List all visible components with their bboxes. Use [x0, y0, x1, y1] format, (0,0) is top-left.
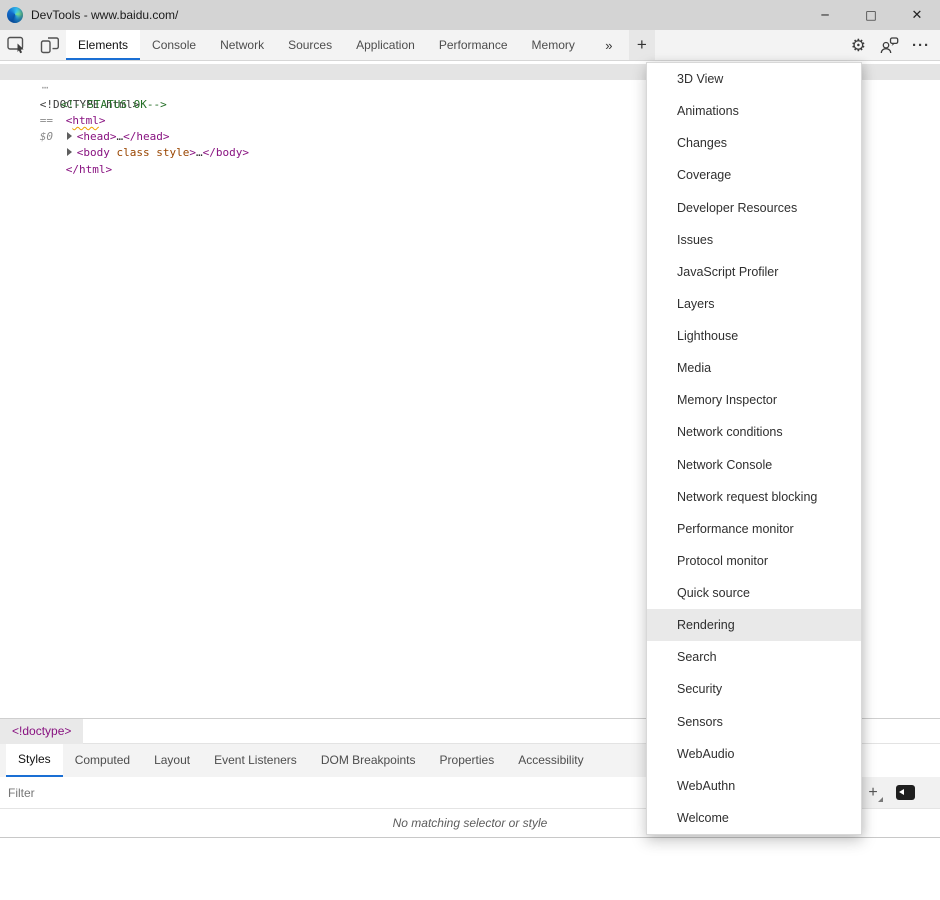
menu-item[interactable]: Network conditions [647, 416, 861, 448]
menu-item[interactable]: 3D View [647, 63, 861, 95]
breadcrumb-doctype-chip[interactable]: <!doctype> [0, 719, 83, 744]
panel-tab[interactable]: Memory [520, 30, 587, 60]
titlebar: DevTools - www.baidu.com/ ─ □ ✕ [0, 0, 940, 30]
styles-pane-tab[interactable]: Layout [142, 744, 202, 777]
menu-item[interactable]: Search [647, 641, 861, 673]
settings-gear-icon[interactable]: ⚙ [851, 37, 866, 54]
more-options-icon[interactable]: ··· [912, 37, 930, 54]
more-tools-menu: 3D View Animations Changes Coverage Deve… [646, 62, 862, 835]
inspect-element-icon[interactable] [0, 30, 33, 60]
menu-item[interactable]: Performance monitor [647, 513, 861, 545]
devtools-toolbar: Elements Console Network Sources Applica… [0, 30, 940, 61]
menu-item[interactable]: Layers [647, 288, 861, 320]
more-tabs-chevron-icon[interactable]: » [597, 30, 621, 60]
styles-pane-tab[interactable]: Event Listeners [202, 744, 309, 777]
expand-arrow-icon[interactable] [67, 148, 72, 156]
menu-item[interactable]: Welcome [647, 802, 861, 834]
panel-tab[interactable]: Application [344, 30, 427, 60]
device-emulation-icon[interactable] [33, 30, 66, 60]
styles-pane-tab[interactable]: DOM Breakpoints [309, 744, 428, 777]
panel-tabs: Elements Console Network Sources Applica… [66, 30, 587, 60]
menu-item[interactable]: Lighthouse [647, 320, 861, 352]
maximize-button[interactable]: □ [848, 0, 894, 30]
window-controls: ─ □ ✕ [802, 0, 940, 30]
styles-pane-tab[interactable]: Computed [63, 744, 142, 777]
menu-item[interactable]: Quick source [647, 577, 861, 609]
menu-item[interactable]: Security [647, 673, 861, 705]
menu-item[interactable]: Memory Inspector [647, 384, 861, 416]
menu-item[interactable]: Animations [647, 95, 861, 127]
html-tag-issue-underline: html [72, 114, 99, 127]
node-gutter-dots: ⋯ [40, 81, 49, 94]
menu-item[interactable]: JavaScript Profiler [647, 256, 861, 288]
new-style-rule-button[interactable]: + [863, 781, 883, 805]
add-tools-button[interactable]: + [629, 30, 655, 60]
menu-item[interactable]: WebAuthn [647, 770, 861, 802]
panel-tab[interactable]: Elements [66, 30, 140, 60]
menu-item[interactable]: Network request blocking [647, 481, 861, 513]
menu-item[interactable]: WebAudio [647, 738, 861, 770]
devtools-window: DevTools - www.baidu.com/ ─ □ ✕ Elements [0, 0, 940, 900]
expand-arrow-icon[interactable] [67, 132, 72, 140]
computed-sidebar-toggle-icon[interactable] [896, 785, 915, 800]
close-button[interactable]: ✕ [894, 0, 940, 30]
menu-item[interactable]: Network Console [647, 449, 861, 481]
toolbar-right-icons: ⚙ ··· [851, 30, 940, 60]
feedback-icon[interactable] [879, 37, 899, 54]
empty-message: No matching selector or style [393, 816, 548, 830]
menu-item[interactable]: Issues [647, 224, 861, 256]
panel-tab[interactable]: Network [208, 30, 276, 60]
window-title: DevTools - www.baidu.com/ [31, 8, 178, 22]
menu-item[interactable]: Rendering [647, 609, 861, 641]
styles-pane-tab[interactable]: Properties [428, 744, 507, 777]
edge-logo-icon [7, 7, 23, 23]
menu-item[interactable]: Coverage [647, 159, 861, 191]
menu-item[interactable]: Changes [647, 127, 861, 159]
panel-tab[interactable]: Performance [427, 30, 520, 60]
menu-item[interactable]: Protocol monitor [647, 545, 861, 577]
minimize-button[interactable]: ─ [802, 0, 848, 30]
menu-item[interactable]: Sensors [647, 706, 861, 738]
menu-item[interactable]: Media [647, 352, 861, 384]
panel-tab[interactable]: Sources [276, 30, 344, 60]
panel-tab[interactable]: Console [140, 30, 208, 60]
menu-item[interactable]: Developer Resources [647, 192, 861, 224]
body-attributes: class style [110, 146, 189, 159]
styles-pane-tab[interactable]: Accessibility [506, 744, 595, 777]
styles-pane-tab[interactable]: Styles [6, 744, 63, 777]
